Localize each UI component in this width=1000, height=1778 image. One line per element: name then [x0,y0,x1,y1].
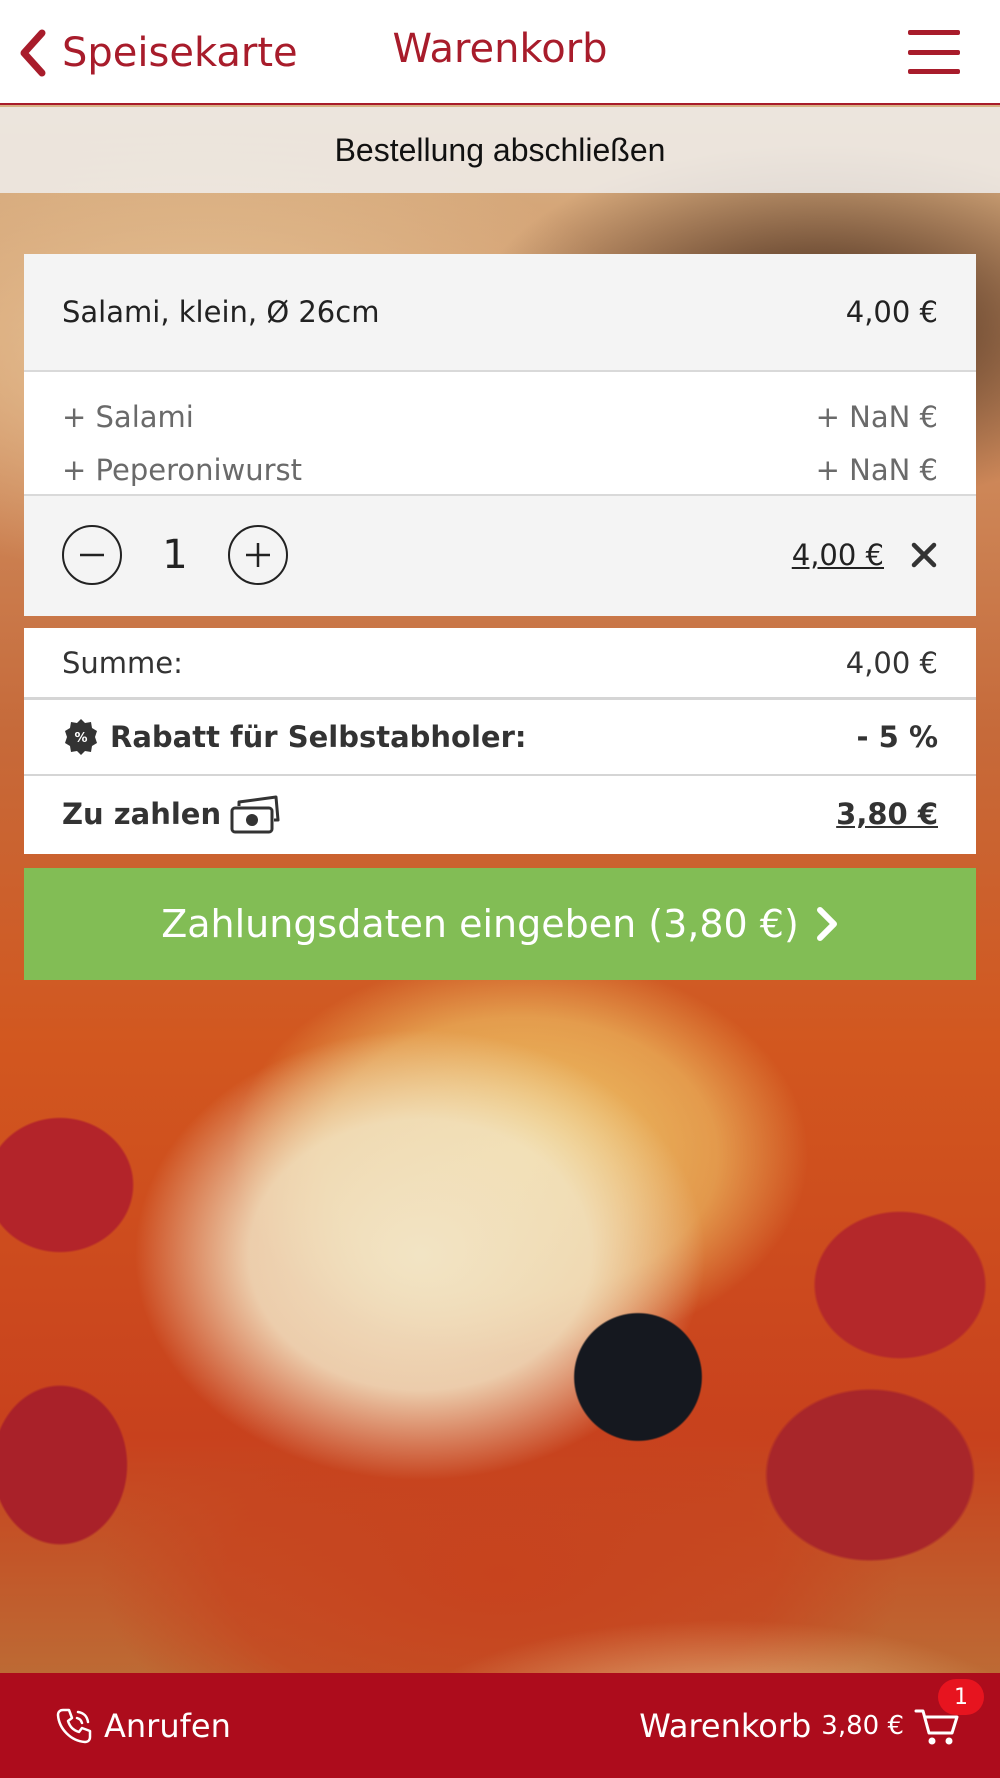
amount-due-value: 3,80 € [836,797,938,831]
cart-item-base-price: 4,00 € [845,295,938,329]
extra-price: + NaN € [815,452,938,487]
quantity-value: 1 [162,532,188,578]
enter-payment-details-button[interactable]: Zahlungsdaten eingeben (3,80 €) [24,868,976,980]
extra-name: + Salami [62,399,194,434]
call-label: Anrufen [104,1707,231,1745]
cart-label: Warenkorb [639,1707,812,1745]
section-title: Bestellung abschließen [334,131,666,168]
bottom-bar: Anrufen Warenkorb 3,80 € 1 [0,1673,1000,1778]
discount-row: % Rabatt für Selbstabholer: - 5 % [24,700,976,776]
minus-circle-icon [80,553,104,557]
cart-total: 3,80 € [821,1711,904,1741]
cart-button[interactable]: Warenkorb 3,80 € 1 [639,1679,984,1755]
totals-card: Summe: 4,00 € % Rabatt für Selbstabholer… [24,628,976,854]
svg-text:%: % [74,731,87,746]
section-header: Bestellung abschließen [0,107,1000,193]
extra-price: + NaN € [815,399,938,434]
extra-row: + Peperoniwurst + NaN € [62,443,938,496]
decrease-quantity-button[interactable] [62,525,122,585]
call-button[interactable]: Anrufen [54,1697,231,1755]
extra-name: + Peperoniwurst [62,452,303,487]
increase-quantity-button[interactable] [228,525,288,585]
amount-due-row: Zu zahlen 3,80 € [24,776,976,852]
sum-label: Summe: [62,645,183,680]
cart-item-main-row: Salami, klein, Ø 26cm 4,00 € [24,254,976,372]
close-icon[interactable] [910,541,938,569]
top-navigation-bar: Speisekarte Warenkorb [0,0,1000,105]
plus-circle-icon [246,543,270,567]
chevron-right-icon [816,907,837,941]
discount-value: - 5 % [856,720,938,754]
cart-item-card: Salami, klein, Ø 26cm 4,00 € + Salami + … [24,254,976,616]
quantity-row: 1 4,00 € [24,496,976,614]
extra-row: + Salami + NaN € [62,390,938,443]
amount-due-label: Zu zahlen [62,797,222,831]
hamburger-menu-icon[interactable] [908,30,960,74]
sum-value: 4,00 € [845,645,938,680]
cart-item-name: Salami, klein, Ø 26cm [62,295,380,329]
sum-row: Summe: 4,00 € [24,628,976,700]
cart-count-badge: 1 [938,1679,984,1715]
discount-label: Rabatt für Selbstabholer: [110,720,527,754]
cart-item-extras: + Salami + NaN € + Peperoniwurst + NaN € [24,372,976,496]
back-link-label: Speisekarte [62,30,298,76]
back-to-menu-link[interactable]: Speisekarte [18,24,298,82]
chevron-left-icon [20,29,46,77]
percent-badge-icon: % [65,719,97,755]
phone-icon [56,1708,92,1744]
pay-button-label: Zahlungsdaten eingeben (3,80 €) [161,902,799,946]
cart-item-line-total[interactable]: 4,00 € [792,538,884,572]
money-icon [230,795,280,834]
